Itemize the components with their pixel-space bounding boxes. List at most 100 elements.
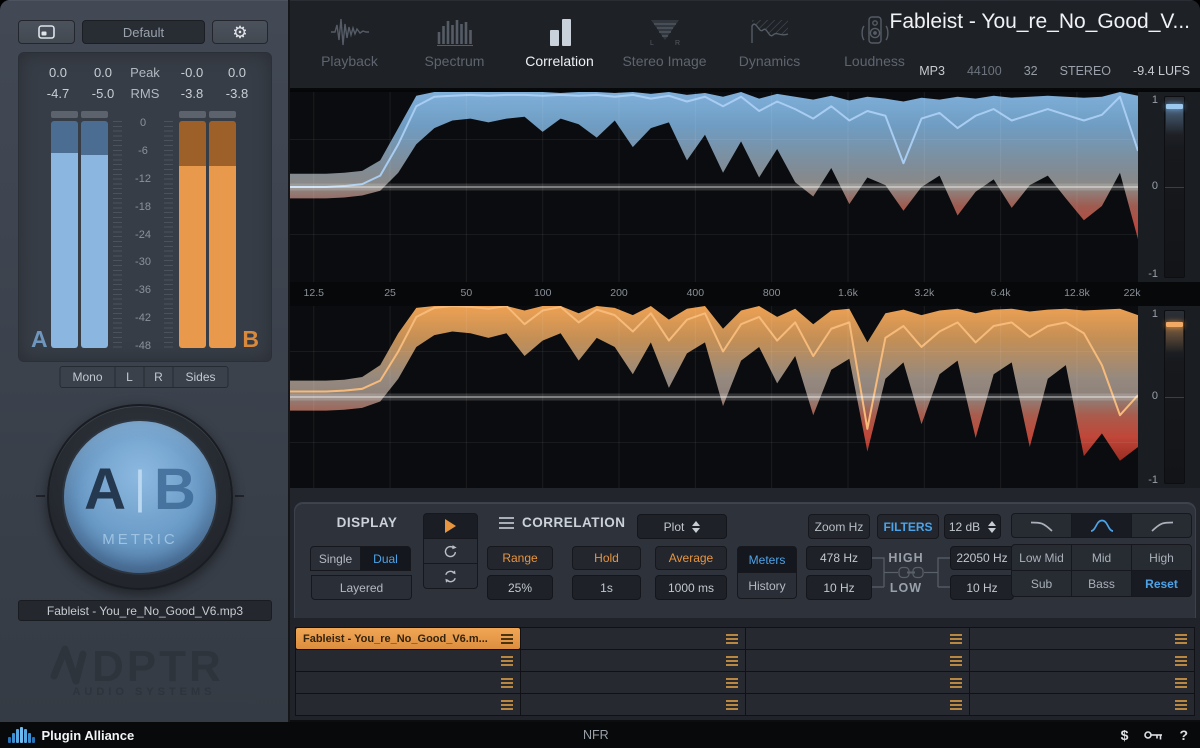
band-sub-button[interactable]: Sub bbox=[1011, 570, 1072, 597]
mono-button[interactable]: Mono bbox=[60, 366, 116, 388]
playlist-cell[interactable] bbox=[296, 694, 520, 715]
freq-tick-label: 200 bbox=[610, 287, 628, 299]
ab-window-button[interactable] bbox=[18, 20, 75, 44]
settings-button[interactable]: ⚙ bbox=[212, 20, 268, 44]
tab-stereo-image[interactable]: L R Stereo Image bbox=[612, 0, 717, 88]
playlist-cell-menu-icon[interactable] bbox=[950, 678, 962, 688]
playlist-cell-menu-icon[interactable] bbox=[501, 678, 513, 688]
playlist-cell[interactable] bbox=[970, 672, 1194, 693]
playlist-cell-menu-icon[interactable] bbox=[501, 656, 513, 666]
bandpass-filter-button[interactable] bbox=[1071, 513, 1132, 538]
play-button[interactable] bbox=[423, 513, 478, 539]
plot-mode-dropdown[interactable]: Plot bbox=[637, 514, 727, 539]
key-icon[interactable] bbox=[1144, 730, 1163, 740]
plot-b-ylabel-top: 1 bbox=[1144, 308, 1158, 320]
slope-dropdown[interactable]: 12 dB bbox=[944, 514, 1001, 539]
correlation-plot-a[interactable] bbox=[290, 92, 1138, 282]
right-button[interactable]: R bbox=[144, 366, 174, 388]
playlist-grid: Fableist - You_re_No_Good_V6.m... bbox=[295, 627, 1195, 716]
freq-tick-label: 12.5 bbox=[304, 287, 324, 299]
tab-correlation[interactable]: Correlation bbox=[507, 0, 612, 88]
display-single-button[interactable]: Single bbox=[310, 546, 361, 571]
playlist-cell-menu-icon[interactable] bbox=[950, 700, 962, 710]
playlist-cell-menu-icon[interactable] bbox=[501, 700, 513, 710]
statusbar-icons: $ ? bbox=[1121, 727, 1188, 743]
playlist-cell-menu-icon[interactable] bbox=[1175, 634, 1187, 644]
playlist-cell[interactable] bbox=[970, 694, 1194, 715]
sides-button[interactable]: Sides bbox=[173, 366, 229, 388]
playlist-cell-menu-icon[interactable] bbox=[726, 678, 738, 688]
meters-button[interactable]: Meters bbox=[737, 546, 797, 573]
current-file-bar[interactable]: Fableist - You_re_No_Good_V6.mp3 bbox=[18, 600, 272, 621]
average-value-field[interactable]: 1000 ms bbox=[655, 575, 727, 600]
filter-low-field[interactable]: 10 Hz bbox=[950, 575, 1014, 600]
range-value-field[interactable]: 25% bbox=[487, 575, 553, 600]
ab-metric-knob[interactable]: A | B METRIC bbox=[47, 404, 233, 590]
freq-tick-label: 50 bbox=[461, 287, 473, 299]
metric-caption: METRIC bbox=[64, 531, 216, 548]
highpass-filter-button[interactable] bbox=[1131, 513, 1192, 538]
meter-scale-tick: -6 bbox=[124, 145, 162, 157]
display-dual-button[interactable]: Dual bbox=[360, 546, 411, 571]
playlist-cell[interactable] bbox=[296, 672, 520, 693]
help-icon[interactable]: ? bbox=[1179, 727, 1188, 743]
plot-a-ylabel-mid: 0 bbox=[1144, 180, 1158, 192]
playlist-cell[interactable] bbox=[296, 650, 520, 671]
playlist-cell-menu-icon[interactable] bbox=[726, 656, 738, 666]
band-mid-button[interactable]: Mid bbox=[1071, 544, 1132, 571]
loop-button[interactable] bbox=[423, 538, 478, 564]
freq-tick-label: 3.2k bbox=[914, 287, 934, 299]
playlist-cell[interactable] bbox=[746, 628, 970, 649]
average-button[interactable]: Average bbox=[655, 546, 727, 570]
bands-reset-button[interactable]: Reset bbox=[1131, 570, 1192, 597]
zoom-high-field[interactable]: 478 Hz bbox=[806, 546, 872, 570]
preset-selector[interactable]: Default bbox=[82, 20, 205, 44]
freq-tick-label: 12.8k bbox=[1064, 287, 1090, 299]
meters-history-group: Meters History bbox=[737, 546, 797, 599]
playlist-cell[interactable] bbox=[970, 650, 1194, 671]
playlist-cell[interactable] bbox=[521, 628, 745, 649]
correlation-plot-b[interactable] bbox=[290, 306, 1138, 488]
playlist-cell[interactable] bbox=[521, 694, 745, 715]
tab-playback[interactable]: Playback bbox=[297, 0, 402, 88]
peak-hold-a1 bbox=[51, 111, 78, 118]
filter-high-field[interactable]: 22050 Hz bbox=[950, 546, 1014, 570]
dollar-icon[interactable]: $ bbox=[1121, 727, 1129, 743]
plugin-alliance-brand[interactable]: Plugin Alliance bbox=[8, 727, 134, 743]
band-high-button[interactable]: High bbox=[1131, 544, 1192, 571]
tab-dynamics[interactable]: Dynamics bbox=[717, 0, 822, 88]
meter-scale-tick: -48 bbox=[124, 340, 162, 352]
playlist-cell[interactable] bbox=[746, 672, 970, 693]
playlist-cell[interactable] bbox=[746, 694, 970, 715]
hold-value-field[interactable]: 1s bbox=[572, 575, 641, 600]
playlist-cell-menu-icon[interactable] bbox=[726, 700, 738, 710]
zoom-hz-button[interactable]: Zoom Hz bbox=[808, 514, 870, 539]
refresh-button[interactable] bbox=[423, 563, 478, 589]
playlist-cell-menu-icon[interactable] bbox=[726, 634, 738, 644]
playlist-cell-menu-icon[interactable] bbox=[1175, 700, 1187, 710]
range-button[interactable]: Range bbox=[487, 546, 553, 570]
band-bass-button[interactable]: Bass bbox=[1071, 570, 1132, 597]
playlist-cell-menu-icon[interactable] bbox=[1175, 678, 1187, 688]
playlist-cell[interactable] bbox=[970, 628, 1194, 649]
filters-button[interactable]: FILTERS bbox=[877, 514, 939, 539]
playlist-cell-menu-icon[interactable] bbox=[1175, 656, 1187, 666]
history-button[interactable]: History bbox=[737, 572, 797, 599]
playlist-cell-menu-icon[interactable] bbox=[950, 656, 962, 666]
loudness-speaker-icon bbox=[855, 13, 895, 51]
playlist-cell[interactable] bbox=[746, 650, 970, 671]
left-button[interactable]: L bbox=[115, 366, 145, 388]
playlist-cell[interactable] bbox=[521, 650, 745, 671]
playlist-cell[interactable] bbox=[521, 672, 745, 693]
lowpass-filter-button[interactable] bbox=[1011, 513, 1072, 538]
hold-button[interactable]: Hold bbox=[572, 546, 641, 570]
playlist-cell-menu-icon[interactable] bbox=[501, 634, 513, 644]
slope-arrows-icon bbox=[988, 521, 996, 533]
zoom-low-field[interactable]: 10 Hz bbox=[806, 575, 872, 600]
display-layered-button[interactable]: Layered bbox=[311, 575, 412, 600]
band-low-mid-button[interactable]: Low Mid bbox=[1011, 544, 1072, 571]
playlist-cell-menu-icon[interactable] bbox=[950, 634, 962, 644]
tab-spectrum[interactable]: Spectrum bbox=[402, 0, 507, 88]
correlation-menu-icon[interactable] bbox=[496, 517, 516, 529]
playlist-cell[interactable]: Fableist - You_re_No_Good_V6.m... bbox=[296, 628, 520, 649]
